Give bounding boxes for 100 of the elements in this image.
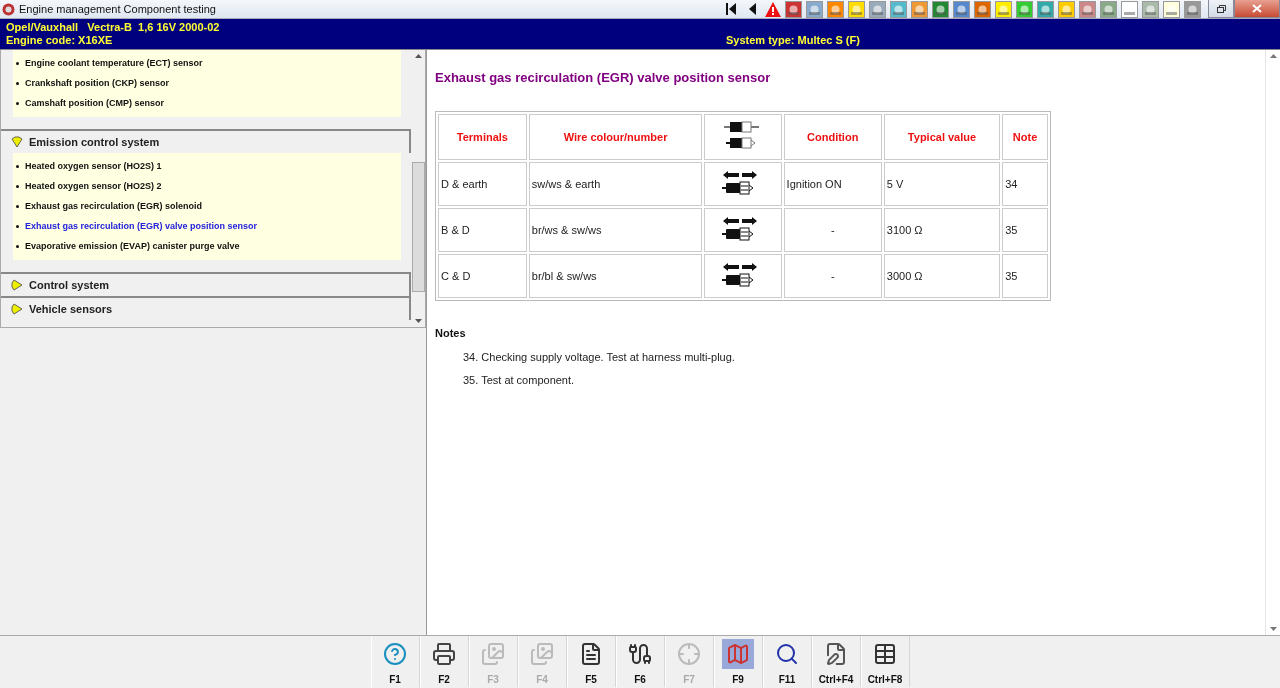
tool-icon — [869, 0, 886, 18]
table-cell: C & D — [438, 254, 527, 298]
section-title: Control system — [29, 279, 110, 291]
function-key-button[interactable]: F2 — [419, 636, 469, 687]
first-page-icon — [725, 2, 736, 16]
tool-icon — [827, 0, 844, 18]
tool-icon — [1100, 0, 1117, 18]
tree-item[interactable]: Heated oxygen sensor (HO2S) 1 — [13, 156, 401, 176]
tool-icon — [1037, 0, 1054, 18]
section-title: Vehicle sensors — [29, 303, 113, 315]
tool-icon — [1142, 0, 1159, 18]
map-icon — [726, 642, 750, 666]
function-key-button[interactable]: F9 — [713, 636, 763, 687]
scroll-up-icon — [414, 54, 422, 58]
restore-button[interactable] — [1208, 0, 1234, 18]
scroll-down-icon — [1269, 627, 1277, 631]
table-cell: D & earth — [438, 162, 527, 206]
search-icon — [775, 642, 799, 666]
function-key-button[interactable]: F5 — [566, 636, 616, 687]
table-cell: 5 V — [883, 162, 1001, 206]
tool-icon — [1016, 0, 1033, 18]
close-button[interactable] — [1234, 0, 1280, 18]
function-key-button[interactable]: Ctrl+F8 — [860, 636, 910, 687]
diamond-icon — [11, 303, 23, 315]
bullet-icon — [16, 101, 19, 105]
scroll-up-icon — [1269, 54, 1277, 58]
tree-item[interactable]: Engine coolant temperature (ECT) sensor — [13, 53, 401, 73]
app-icon — [2, 2, 15, 16]
function-key-button[interactable]: Ctrl+F4 — [811, 636, 861, 687]
section-header[interactable]: Emission control system — [1, 129, 411, 153]
tree-item[interactable]: Heated oxygen sensor (HO2S) 2 — [13, 176, 401, 196]
table-icon — [873, 642, 897, 666]
section-title: Emission control system — [29, 136, 160, 148]
table-cell: br/bl & sw/ws — [528, 254, 703, 298]
tool-icon — [848, 0, 865, 18]
table-cell: 35 — [1002, 208, 1048, 252]
table-cell: 34 — [1002, 162, 1048, 206]
table-cell: Ignition ON — [783, 162, 882, 206]
tool-icon — [1121, 0, 1138, 18]
table-cell: br/ws & sw/ws — [528, 208, 703, 252]
tool-icon — [1184, 0, 1201, 18]
toolbar-button[interactable] — [784, 0, 803, 18]
tool-icon — [806, 0, 823, 18]
expanded-diamond-icon — [11, 136, 23, 148]
tool-icon — [953, 0, 970, 18]
table-cell: - — [783, 254, 882, 298]
function-key-button[interactable]: F1 — [370, 636, 420, 687]
pictures-icon — [530, 642, 554, 666]
column-header: Condition — [783, 114, 882, 160]
tool-icon — [932, 0, 949, 18]
bullet-icon — [16, 244, 19, 248]
close-icon — [1252, 4, 1262, 13]
tool-icon — [890, 0, 907, 18]
section-header[interactable]: Control system — [1, 272, 411, 296]
tree-item[interactable]: Crankshaft position (CKP) sensor — [13, 73, 401, 93]
vehicle-model: Opel/Vauxhall Vectra-B 1,6 16V 2000-02 — [6, 21, 221, 34]
tool-icon — [1163, 0, 1180, 18]
column-header: Note — [1002, 114, 1048, 160]
table-cell: 3000 Ω — [883, 254, 1001, 298]
scrollbar[interactable] — [1265, 50, 1280, 635]
document-icon — [579, 642, 603, 666]
tool-icon — [974, 0, 991, 18]
diamond-icon — [11, 279, 23, 291]
tool-icon — [785, 0, 802, 18]
function-key-button[interactable]: F6 — [615, 636, 665, 687]
table-cell: sw/ws & earth — [528, 162, 703, 206]
table-cell: 35 — [1002, 254, 1048, 298]
table-cell: - — [783, 208, 882, 252]
column-header: Wire colour/number — [528, 114, 703, 160]
note-text: 34. Checking supply voltage. Test at harness multi-plug. — [463, 351, 736, 363]
engine-code: Engine code: X16XE — [6, 34, 114, 47]
bullet-icon — [16, 61, 19, 65]
section-header[interactable]: Vehicle sensors — [1, 296, 411, 320]
printer-icon — [432, 642, 456, 666]
tree-item[interactable]: Camshaft position (CMP) sensor — [13, 93, 401, 113]
pictures-icon — [481, 642, 505, 666]
crosshair-icon — [677, 642, 701, 666]
tree-item[interactable]: Exhaust gas recirculation (EGR) solenoid — [13, 196, 401, 216]
column-header: Terminals — [438, 114, 527, 160]
cable-icon — [628, 642, 652, 666]
bullet-icon — [16, 164, 19, 168]
column-header: Typical value — [883, 114, 1001, 160]
function-key-button[interactable]: F11 — [762, 636, 812, 687]
tree-item[interactable]: Exhaust gas recirculation (EGR) valve position sensor — [13, 216, 401, 236]
system-type: System type: Multec S (F) — [726, 34, 861, 47]
scroll-thumb[interactable] — [411, 161, 425, 292]
bullet-icon — [16, 81, 19, 85]
note-edit-icon — [824, 642, 848, 666]
bullet-icon — [16, 184, 19, 188]
tool-icon — [1058, 0, 1075, 18]
tool-icon — [1079, 0, 1096, 18]
table-cell: B & D — [438, 208, 527, 252]
previous-icon — [747, 2, 756, 16]
tree-item[interactable]: Evaporative emission (EVAP) canister purge valve — [13, 236, 401, 256]
scroll-down-icon — [414, 319, 422, 323]
tool-icon — [911, 0, 928, 18]
tool-icon — [995, 0, 1012, 18]
warning-icon — [764, 1, 781, 17]
bullet-icon — [16, 224, 19, 228]
note-text: 35. Test at component. — [463, 374, 576, 386]
